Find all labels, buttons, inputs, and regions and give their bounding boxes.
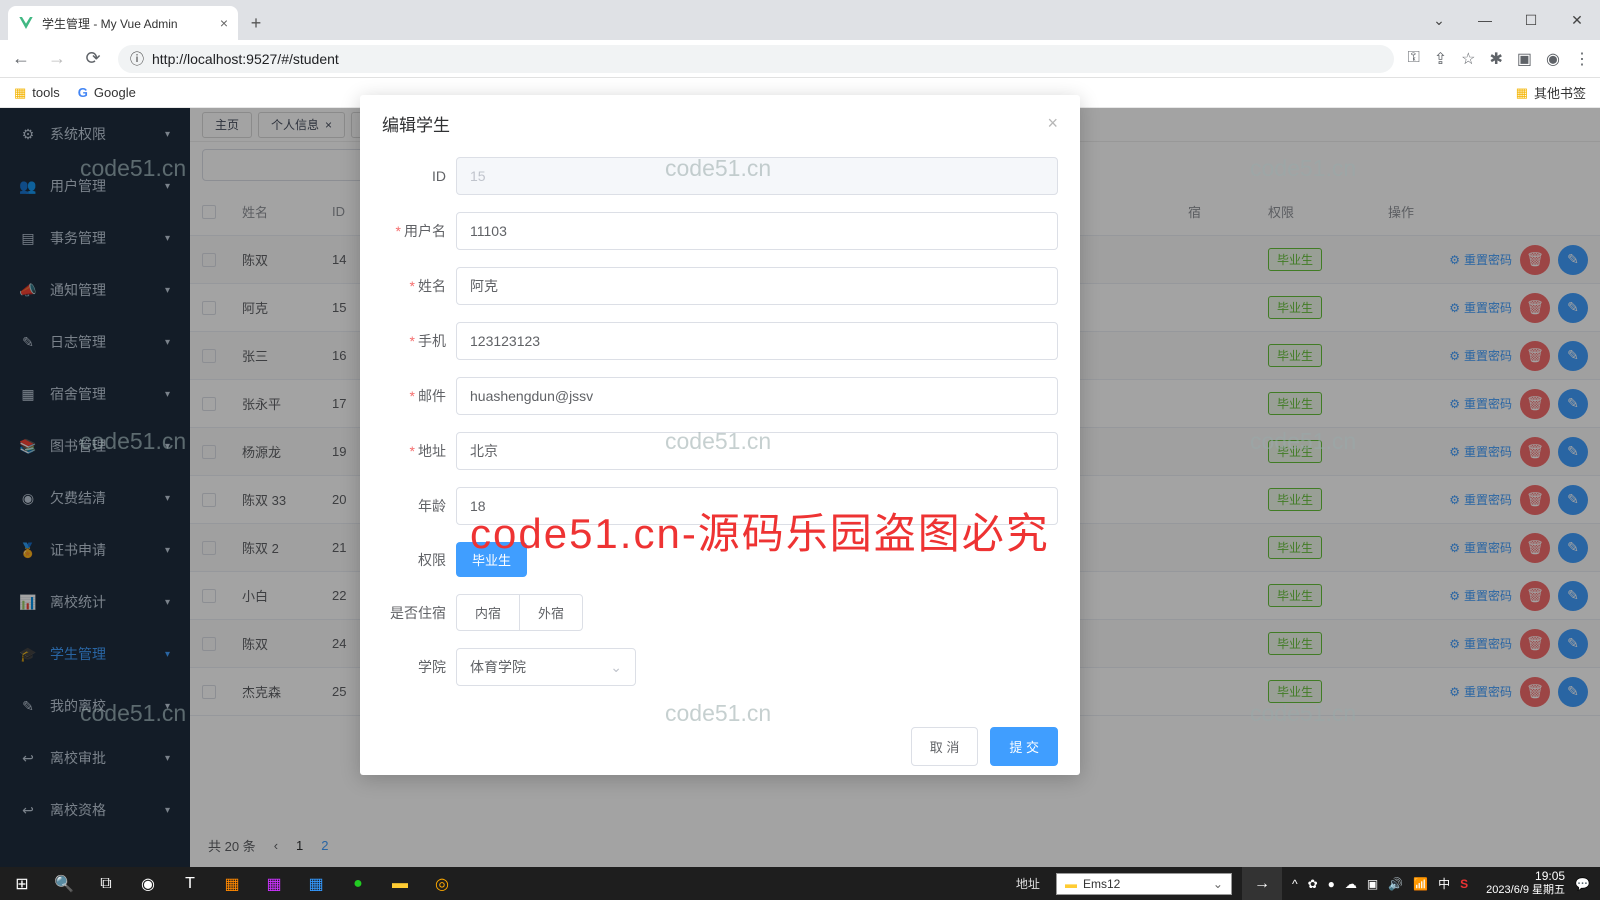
wifi-icon[interactable]: 📶 — [1413, 877, 1428, 891]
extensions-icon[interactable]: ✱ — [1490, 49, 1503, 69]
form-row: 是否住宿 内宿 外宿 — [382, 594, 1058, 631]
form-row: *地址 — [382, 432, 1058, 470]
email-input[interactable] — [456, 377, 1058, 415]
form-label: *手机 — [382, 331, 456, 351]
submit-button[interactable]: 提 交 — [990, 727, 1058, 766]
go-icon[interactable]: → — [1242, 867, 1282, 900]
wechat-icon[interactable]: ● — [338, 867, 378, 900]
url-input[interactable]: ⓘ http://localhost:9527/#/student — [118, 45, 1394, 73]
minimize-icon[interactable]: — — [1462, 0, 1508, 40]
tray-icon[interactable]: S — [1460, 877, 1468, 891]
form-row: *姓名 — [382, 267, 1058, 305]
close-icon[interactable]: × — [220, 15, 228, 31]
app-icon[interactable]: ▦ — [212, 867, 252, 900]
tray-icon[interactable]: 中 — [1438, 875, 1450, 892]
app-icon[interactable]: T — [170, 867, 210, 900]
url-text: http://localhost:9527/#/student — [152, 51, 339, 67]
profile-icon[interactable]: ◉ — [1546, 49, 1560, 69]
perm-tag[interactable]: 毕业生 — [456, 542, 527, 577]
age-input[interactable] — [456, 487, 1058, 525]
form-row: *用户名 — [382, 212, 1058, 250]
close-window-icon[interactable]: ✕ — [1554, 0, 1600, 40]
back-icon[interactable]: ← — [10, 48, 32, 70]
maximize-icon[interactable]: ☐ — [1508, 0, 1554, 40]
new-tab-button[interactable]: + — [242, 9, 270, 37]
task-view-icon[interactable]: ⧉ — [86, 867, 126, 900]
tray-icon[interactable]: ● — [1328, 877, 1335, 891]
app-icon[interactable]: ▦ — [254, 867, 294, 900]
tab-title: 学生管理 - My Vue Admin — [42, 15, 178, 32]
form-row: 权限 毕业生 — [382, 542, 1058, 577]
tray-up-icon[interactable]: ^ — [1292, 877, 1298, 891]
volume-icon[interactable]: 🔊 — [1388, 877, 1403, 891]
vue-icon — [18, 15, 34, 31]
address-bar: ← → ⟳ ⓘ http://localhost:9527/#/student … — [0, 40, 1600, 78]
form-row: 年龄 — [382, 487, 1058, 525]
browser-tab[interactable]: 学生管理 - My Vue Admin × — [8, 6, 238, 40]
taskbar-address-input[interactable]: ▬ Ems12 ⌄ — [1056, 873, 1232, 895]
form-row: *手机 — [382, 322, 1058, 360]
star-icon[interactable]: ☆ — [1461, 49, 1475, 69]
bookmark-google[interactable]: GGoogle — [78, 85, 136, 100]
tray-icon[interactable]: ▣ — [1367, 877, 1378, 891]
phone-input[interactable] — [456, 322, 1058, 360]
id-input — [456, 157, 1058, 195]
dorm-option-outside[interactable]: 外宿 — [520, 595, 582, 630]
form-label: *姓名 — [382, 276, 456, 296]
form-row: *邮件 — [382, 377, 1058, 415]
forward-icon[interactable]: → — [46, 48, 68, 70]
tray-icon[interactable]: ☁ — [1345, 877, 1357, 891]
chrome-icon[interactable]: ◉ — [128, 867, 168, 900]
chevron-down-icon[interactable]: ⌄ — [1416, 0, 1462, 40]
search-icon[interactable]: 🔍 — [44, 867, 84, 900]
reload-icon[interactable]: ⟳ — [82, 48, 104, 70]
form-label: 权限 — [382, 550, 456, 570]
form-label: *地址 — [382, 441, 456, 461]
start-icon[interactable]: ⊞ — [2, 867, 42, 900]
form-label: *邮件 — [382, 386, 456, 406]
addr-label: 地址 — [1016, 875, 1040, 892]
sidebar-icon[interactable]: ▣ — [1517, 49, 1532, 69]
notifications-icon[interactable]: 💬 — [1575, 877, 1590, 891]
app-icon[interactable]: ▦ — [296, 867, 336, 900]
address-input[interactable] — [456, 432, 1058, 470]
tray-icon[interactable]: ✿ — [1308, 877, 1318, 891]
dorm-option-inside[interactable]: 内宿 — [457, 595, 520, 630]
windows-taskbar: ⊞ 🔍 ⧉ ◉ T ▦ ▦ ▦ ● ▬ ◎ 地址 ▬ Ems12 ⌄ → ^ ✿… — [0, 867, 1600, 900]
form-row: ID — [382, 157, 1058, 195]
menu-icon[interactable]: ⋮ — [1574, 49, 1590, 69]
dialog-title: 编辑学生 — [382, 111, 450, 136]
form-label: 年龄 — [382, 496, 456, 516]
edit-student-dialog: 编辑学生 × ID *用户名 *姓名 *手机 *邮件 *地址 年龄 权限 毕业生… — [360, 95, 1080, 775]
share-icon[interactable]: ⇪ — [1434, 49, 1447, 69]
name-input[interactable] — [456, 267, 1058, 305]
username-input[interactable] — [456, 212, 1058, 250]
form-label: *用户名 — [382, 221, 456, 241]
form-row: 学院 体育学院⌄ — [382, 648, 1058, 686]
system-clock[interactable]: 19:05 2023/6/9 星期五 — [1486, 870, 1565, 896]
explorer-icon[interactable]: ▬ — [380, 867, 420, 900]
form-label: 是否住宿 — [382, 603, 456, 623]
browser-tab-strip: 学生管理 - My Vue Admin × + ⌄ — ☐ ✕ — [0, 0, 1600, 40]
other-bookmarks[interactable]: ▦其他书签 — [1516, 83, 1586, 102]
app-icon[interactable]: ◎ — [422, 867, 462, 900]
key-icon[interactable]: ⚿ — [1408, 49, 1420, 69]
form-label: 学院 — [382, 657, 456, 677]
info-icon: ⓘ — [130, 49, 144, 69]
close-icon[interactable]: × — [1047, 113, 1058, 134]
chevron-down-icon: ⌄ — [610, 659, 622, 676]
form-label: ID — [382, 168, 456, 184]
dorm-radio-group: 内宿 外宿 — [456, 594, 583, 631]
bookmark-tools[interactable]: ▦tools — [14, 85, 60, 101]
cancel-button[interactable]: 取 消 — [911, 727, 979, 766]
college-select[interactable]: 体育学院⌄ — [456, 648, 636, 686]
